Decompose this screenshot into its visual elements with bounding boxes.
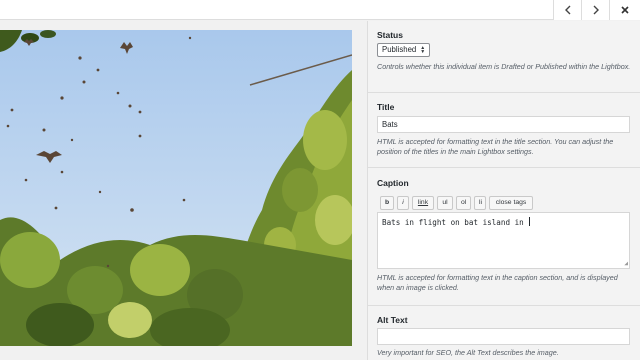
modal-toolbar <box>0 0 640 20</box>
status-description: Controls whether this individual item is… <box>377 62 631 71</box>
divider <box>368 305 640 306</box>
caption-textarea[interactable]: Bats in flight on bat island in ◢ <box>377 212 630 269</box>
next-item-button[interactable] <box>581 0 609 20</box>
chevron-right-icon <box>593 5 599 15</box>
li-button[interactable]: li <box>474 196 486 210</box>
close-button[interactable] <box>609 0 640 20</box>
caption-description: HTML is accepted for formatting text in … <box>377 273 618 292</box>
status-label: Status <box>377 30 403 40</box>
title-label: Title <box>377 102 395 112</box>
alt-text-label: Alt Text <box>377 315 408 325</box>
item-meta-sidebar: Status Published ▲ ▼ Controls whether thi… <box>367 21 640 360</box>
alt-text-input[interactable] <box>377 328 630 345</box>
bats-photo <box>0 30 352 346</box>
alt-text-section: Alt Text Very important for SEO, the Alt… <box>377 315 635 357</box>
chevron-left-icon <box>564 5 570 15</box>
title-section: Title Bats HTML is accepted for formatti… <box>377 102 635 156</box>
close-icon <box>621 6 629 14</box>
bold-button[interactable]: b <box>380 196 394 210</box>
select-arrows-icon: ▲ ▼ <box>420 45 426 55</box>
image-preview <box>0 30 352 346</box>
status-select-value: Published <box>382 45 417 54</box>
caption-label: Caption <box>377 178 409 188</box>
italic-button[interactable]: i <box>397 196 409 210</box>
divider <box>368 167 640 168</box>
close-tags-button[interactable]: close tags <box>489 196 533 210</box>
ol-button[interactable]: ol <box>456 196 471 210</box>
text-caret <box>529 217 531 226</box>
caption-section: Caption b i link ul ol li close tags Bat… <box>377 178 635 292</box>
divider <box>368 92 640 93</box>
caption-text: Bats in flight on bat island in <box>382 218 529 227</box>
alt-text-description: Very important for SEO, the Alt Text des… <box>377 348 559 357</box>
resize-handle-icon[interactable]: ◢ <box>624 260 628 267</box>
ul-button[interactable]: ul <box>437 196 453 210</box>
status-section: Status Published ▲ ▼ Controls whether thi… <box>377 30 635 71</box>
previous-item-button[interactable] <box>553 0 581 20</box>
title-input[interactable]: Bats <box>377 116 630 133</box>
title-description: HTML is accepted for formatting text in … <box>377 137 614 156</box>
link-button[interactable]: link <box>412 196 434 210</box>
status-select[interactable]: Published ▲ ▼ <box>377 43 431 57</box>
